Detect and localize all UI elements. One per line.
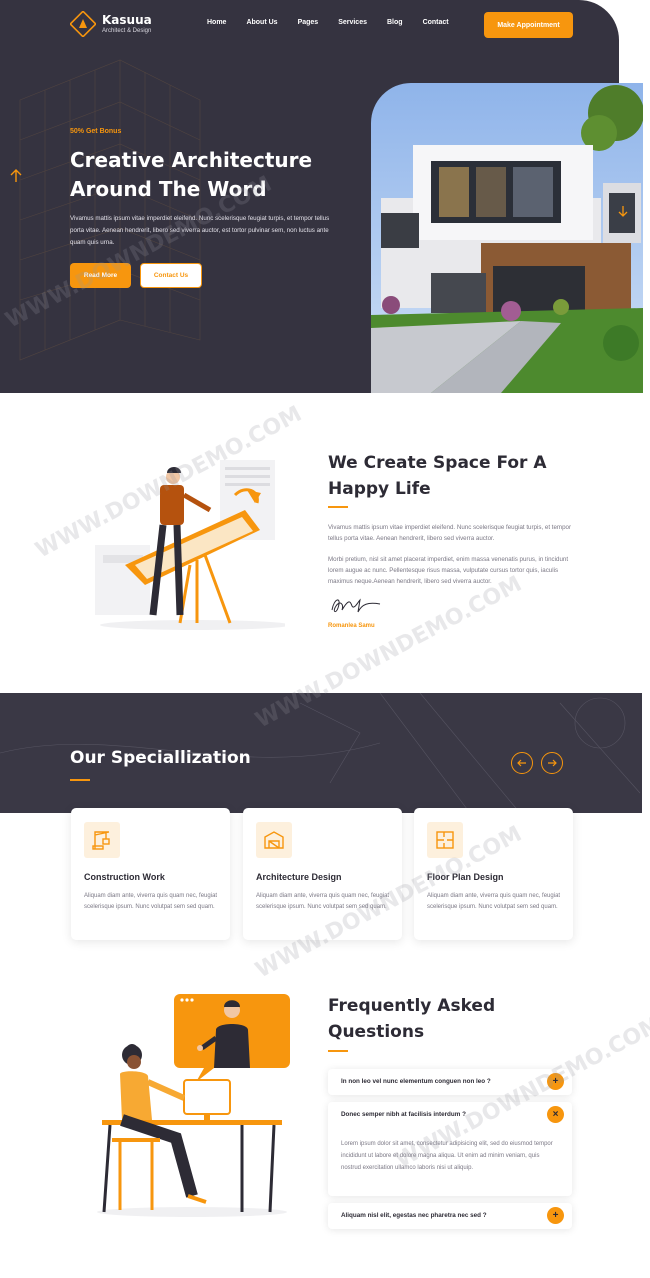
- specialization-title: Our Speciallization: [70, 748, 251, 768]
- hero-title: Creative Architecture Around The Word: [70, 148, 313, 201]
- brand-logo[interactable]: Kasuua Architect & Design: [70, 11, 152, 37]
- hero-badge: 50% Get Bonus: [70, 128, 122, 135]
- card-icon-box: [84, 822, 120, 858]
- crane-icon: [92, 831, 110, 850]
- title-underline: [70, 779, 90, 781]
- video-call-illustration: [97, 994, 290, 1217]
- contact-us-button[interactable]: Contact Us: [140, 263, 202, 288]
- nav-home[interactable]: Home: [207, 19, 226, 26]
- card-description: Aliquam diam ante, viverra quis quam nec…: [427, 893, 561, 910]
- signature-image: [331, 598, 381, 613]
- hero-description: Vivamus mattis ipsum vitae imperdiet ele…: [70, 215, 330, 246]
- about-title: We Create Space For A Happy Life: [328, 453, 547, 499]
- brand-tagline: Architect & Design: [102, 27, 152, 34]
- brand-name: Kasuua: [102, 12, 152, 27]
- chevron-down-icon[interactable]: [616, 204, 630, 218]
- faq-answer: Lorem ipsum dolor sit amet, consectetur …: [341, 1141, 553, 1171]
- nav-about-us[interactable]: About Us: [246, 19, 277, 26]
- faq-title: Frequently Asked Questions: [328, 996, 496, 1042]
- carousel-prev-button[interactable]: [511, 752, 533, 774]
- service-card[interactable]: Architecture Design Aliquam diam ante, v…: [243, 808, 402, 940]
- architect-at-drafting-table-illustration: [95, 460, 285, 630]
- make-appointment-button[interactable]: Make Appointment: [484, 12, 573, 38]
- hero-section: Kasuua Architect & Design Home About Us …: [0, 0, 650, 393]
- faq-question: In non leo vel nunc elementum conguen no…: [341, 1078, 491, 1085]
- card-title: Construction Work: [84, 872, 165, 882]
- title-underline: [328, 506, 348, 508]
- hero-house-image: [371, 83, 643, 393]
- close-icon[interactable]: ×: [547, 1106, 564, 1123]
- about-paragraph-2: Morbi pretium, nisl sit amet placerat im…: [328, 556, 569, 585]
- faq-item[interactable]: In non leo vel nunc elementum conguen no…: [328, 1069, 572, 1095]
- arrow-left-icon: [517, 759, 526, 767]
- read-more-button[interactable]: Read More: [70, 263, 131, 288]
- service-card[interactable]: Construction Work Aliquam diam ante, viv…: [71, 808, 230, 940]
- faq-question: Aliquam nisl elit, egestas nec pharetra …: [341, 1212, 487, 1219]
- plus-icon[interactable]: +: [547, 1073, 564, 1090]
- plus-icon[interactable]: +: [547, 1207, 564, 1224]
- signer-name: Romanlea Samu: [328, 623, 375, 629]
- carousel-next-button[interactable]: [541, 752, 563, 774]
- nav-contact[interactable]: Contact: [423, 19, 449, 26]
- floor-plan-icon: [436, 831, 454, 849]
- arrow-right-icon: [548, 759, 557, 767]
- arrow-up-icon[interactable]: [8, 168, 24, 184]
- service-card[interactable]: Floor Plan Design Aliquam diam ante, viv…: [414, 808, 573, 940]
- card-title: Architecture Design: [256, 872, 342, 882]
- faq-item-open[interactable]: Donec semper nibh at facilisis interdum …: [328, 1102, 572, 1196]
- card-icon-box: [256, 822, 292, 858]
- nav-blog[interactable]: Blog: [387, 19, 403, 26]
- nav-services[interactable]: Services: [338, 19, 367, 26]
- title-underline: [328, 1050, 348, 1052]
- nav-pages[interactable]: Pages: [298, 19, 319, 26]
- main-nav: Home About Us Pages Services Blog Contac…: [207, 19, 449, 26]
- about-paragraph-1: Vivamus mattis ipsum vitae imperdiet ele…: [328, 524, 572, 542]
- faq-question: Donec semper nibh at facilisis interdum …: [341, 1111, 466, 1118]
- card-description: Aliquam diam ante, viverra quis quam nec…: [84, 893, 218, 910]
- card-title: Floor Plan Design: [427, 872, 504, 882]
- card-description: Aliquam diam ante, viverra quis quam nec…: [256, 893, 390, 910]
- blueprint-icon: [264, 831, 284, 849]
- card-icon-box: [427, 822, 463, 858]
- logo-diamond-icon: [70, 11, 96, 37]
- faq-item[interactable]: Aliquam nisl elit, egestas nec pharetra …: [328, 1203, 572, 1229]
